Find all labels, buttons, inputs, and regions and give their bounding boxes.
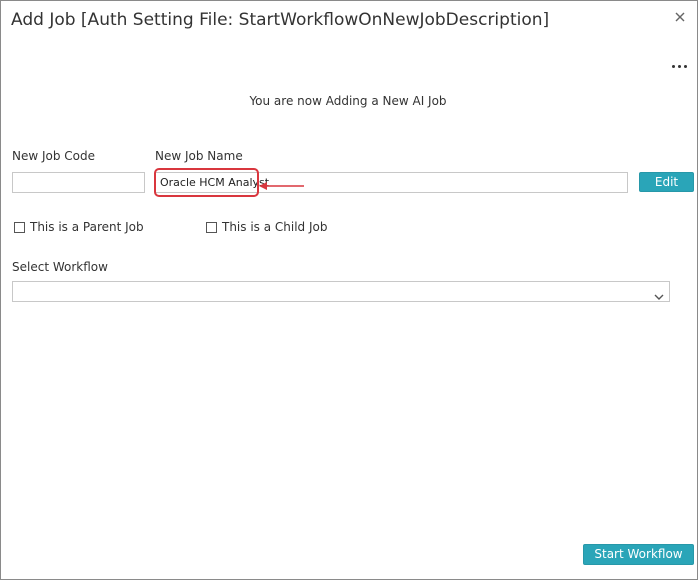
- job-code-input[interactable]: [12, 172, 145, 193]
- select-workflow-label: Select Workflow: [12, 260, 108, 274]
- job-name-label: New Job Name: [155, 149, 243, 163]
- job-code-label: New Job Code: [12, 149, 96, 163]
- add-job-dialog: Add Job [Auth Setting File: StartWorkflo…: [0, 0, 698, 580]
- more-options-icon[interactable]: [672, 65, 688, 71]
- workflow-select[interactable]: [12, 281, 670, 302]
- close-icon[interactable]: [673, 9, 687, 23]
- dialog-subtitle: You are now Adding a New AI Job: [249, 94, 447, 108]
- parent-job-label[interactable]: This is a Parent Job: [30, 220, 144, 234]
- dialog-title: Add Job [Auth Setting File: StartWorkflo…: [11, 10, 550, 30]
- start-workflow-button[interactable]: Start Workflow: [583, 544, 694, 565]
- child-job-label[interactable]: This is a Child Job: [222, 220, 328, 234]
- child-job-checkbox[interactable]: [206, 222, 217, 233]
- chevron-down-icon: [654, 287, 664, 300]
- edit-button[interactable]: Edit: [639, 172, 694, 192]
- parent-job-checkbox[interactable]: [14, 222, 25, 233]
- job-name-input[interactable]: [155, 172, 628, 193]
